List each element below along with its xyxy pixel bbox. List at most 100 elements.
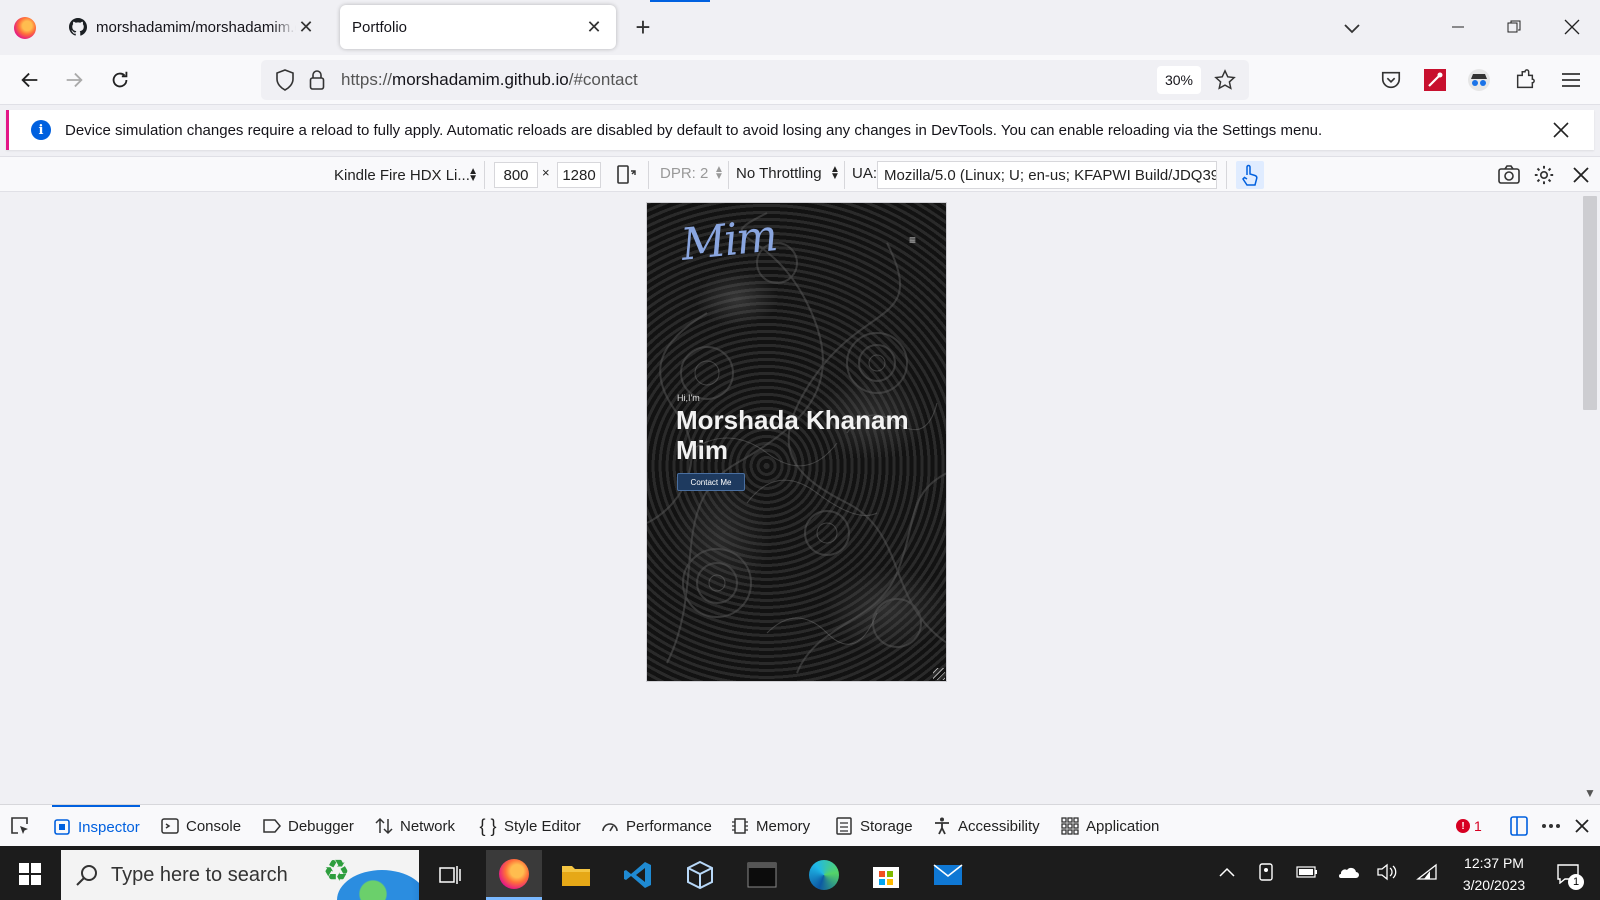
terminal-icon[interactable] (734, 850, 790, 900)
close-devtools-icon[interactable] (1572, 815, 1592, 837)
touch-simulation-icon[interactable] (1236, 161, 1264, 189)
bookmark-star-icon[interactable] (1211, 66, 1239, 94)
forward-icon[interactable] (58, 64, 90, 96)
file-explorer-icon[interactable] (548, 850, 604, 900)
viewport-resize-handle[interactable] (933, 668, 945, 680)
device-selector[interactable]: Kindle Fire HDX Li... ▲ ▼ (328, 161, 482, 189)
tracking-protection-icon[interactable] (273, 68, 297, 92)
close-tab-icon[interactable]: ✕ (584, 17, 604, 37)
close-rdm-icon[interactable] (1569, 163, 1593, 187)
tab-storage[interactable]: Storage (834, 805, 913, 847)
firefox-taskbar-icon[interactable] (486, 850, 542, 900)
settings-gear-icon[interactable] (1532, 163, 1556, 187)
user-agent-input[interactable]: Mozilla/5.0 (Linux; U; en-us; KFAPWI Bui… (877, 161, 1217, 189)
hamburger-menu-icon[interactable]: ≡ (909, 233, 916, 247)
simulated-device-viewport[interactable]: Mim ≡ Hi,I'm Morshada Khanam Mim Contact… (646, 202, 947, 682)
select-arrows-icon: ▲ ▼ (468, 166, 478, 184)
console-icon (160, 816, 180, 836)
tab-label: Memory (756, 817, 811, 835)
vertical-scrollbar[interactable]: ▼ (1580, 192, 1600, 804)
windows-taskbar: Type here to search ♻ 12:37 PM 3/20/2023… (0, 846, 1600, 900)
viewport-height-input[interactable]: 1280 (557, 162, 601, 188)
site-logo[interactable]: Mim (679, 210, 779, 271)
edge-icon[interactable] (796, 850, 852, 900)
error-count-badge[interactable]: ! 1 (1456, 815, 1482, 837)
meet-now-icon[interactable] (1254, 858, 1280, 886)
lock-icon[interactable] (307, 68, 327, 92)
taskbar-search-box[interactable]: Type here to search ♻ (61, 850, 419, 900)
memory-icon (730, 816, 750, 836)
show-hidden-icons-icon[interactable] (1214, 858, 1240, 886)
rotate-viewport-icon[interactable] (614, 163, 638, 187)
tab-console[interactable]: Console (160, 805, 241, 847)
windows-start-icon[interactable] (8, 854, 52, 894)
url-text[interactable]: https://morshadamim.github.io/#contact (341, 70, 1157, 90)
dpr-selector[interactable]: DPR: 2 (660, 165, 708, 182)
dock-side-icon[interactable] (1508, 815, 1530, 837)
element-picker-icon[interactable] (8, 815, 32, 837)
tab-label: Style Editor (504, 817, 581, 835)
scrollbar-thumb[interactable] (1583, 196, 1597, 410)
microsoft-store-icon[interactable] (858, 850, 914, 900)
url-bar[interactable]: https://morshadamim.github.io/#contact 3… (261, 60, 1249, 100)
network-icon (374, 816, 394, 836)
tab-accessibility[interactable]: Accessibility (932, 805, 1040, 847)
tab-strip: morshadamim/morshadamim.github.io ✕ Port… (0, 0, 1600, 55)
error-count: 1 (1474, 818, 1482, 834)
system-clock[interactable]: 12:37 PM 3/20/2023 (1440, 852, 1548, 896)
battery-icon[interactable] (1294, 858, 1320, 886)
minimize-icon[interactable] (1438, 10, 1478, 44)
clock-time: 12:37 PM (1464, 855, 1524, 871)
incognito-extension-icon[interactable] (1466, 67, 1492, 93)
virtualbox-icon[interactable] (672, 850, 728, 900)
firefox-icon[interactable] (14, 17, 36, 39)
notification-center-icon[interactable]: 1 (1546, 854, 1590, 894)
list-all-tabs-icon[interactable] (1340, 16, 1364, 40)
info-icon: i (31, 120, 51, 140)
task-view-icon[interactable] (422, 850, 478, 900)
contact-me-button[interactable]: Contact Me (677, 473, 745, 491)
vscode-icon[interactable] (610, 850, 666, 900)
divider (844, 161, 845, 189)
more-options-icon[interactable] (1538, 815, 1564, 837)
reload-icon[interactable] (104, 64, 136, 96)
screenshot-icon[interactable] (1497, 163, 1521, 187)
extensions-icon[interactable] (1512, 67, 1538, 93)
scroll-down-icon[interactable]: ▼ (1584, 786, 1596, 800)
user-agent-label: UA: (852, 165, 878, 182)
wifi-icon[interactable] (1414, 858, 1440, 886)
tab-style-editor[interactable]: { } Style Editor (478, 805, 581, 847)
close-notification-icon[interactable] (1546, 115, 1576, 145)
tab-scroll-indicator (650, 0, 710, 2)
close-window-icon[interactable] (1552, 10, 1592, 44)
responsive-design-toolbar: Kindle Fire HDX Li... ▲ ▼ 800 × 1280 DPR:… (0, 156, 1600, 192)
restore-icon[interactable] (1494, 10, 1534, 44)
tab-portfolio[interactable]: Portfolio ✕ (340, 5, 616, 49)
new-tab-button[interactable]: + (630, 12, 656, 42)
tab-debugger[interactable]: Debugger (262, 805, 354, 847)
notification-message: Device simulation changes require a relo… (65, 121, 1323, 139)
divider (648, 161, 649, 189)
tab-title: morshadamim/morshadamim.github.io (96, 18, 296, 36)
mail-icon[interactable] (920, 850, 976, 900)
tab-performance[interactable]: Performance (600, 805, 712, 847)
color-picker-extension-icon[interactable] (1422, 67, 1448, 93)
pocket-icon[interactable] (1378, 67, 1404, 93)
tab-network[interactable]: Network (374, 805, 455, 847)
devtools-toolbar: Inspector Console Debugger Network { } S… (0, 804, 1600, 846)
viewport-width-input[interactable]: 800 (494, 162, 538, 188)
tab-inspector[interactable]: Inspector (52, 805, 140, 847)
tab-application[interactable]: Application (1060, 805, 1159, 847)
tab-memory[interactable]: Memory (730, 805, 810, 847)
zoom-level-badge[interactable]: 30% (1157, 66, 1201, 94)
close-tab-icon[interactable]: ✕ (296, 17, 316, 37)
network-throttling-selector[interactable]: No Throttling (736, 165, 822, 182)
style-editor-icon: { } (479, 815, 497, 836)
tab-label: Console (186, 817, 242, 835)
onedrive-icon[interactable] (1334, 858, 1360, 886)
tab-github[interactable]: morshadamim/morshadamim.github.io ✕ (56, 5, 328, 49)
back-icon[interactable] (14, 64, 46, 96)
menu-icon[interactable] (1558, 67, 1584, 93)
tab-label: Application (1086, 817, 1160, 835)
volume-icon[interactable] (1374, 858, 1400, 886)
